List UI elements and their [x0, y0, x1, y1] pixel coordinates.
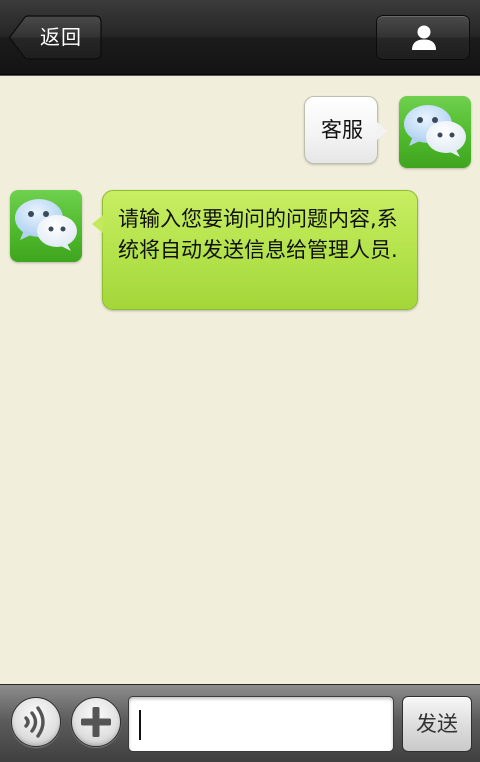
- bubble-tail: [92, 215, 103, 233]
- plus-icon: [81, 707, 111, 737]
- back-button[interactable]: 返回: [8, 15, 102, 60]
- text-caret: [139, 710, 141, 740]
- outgoing-message-bubble[interactable]: 客服: [304, 96, 387, 164]
- chat-screen: 返回 客服 请输入您要询问的问题内容,系统将自动发送信息给管理人员. 发送: [0, 0, 480, 762]
- voice-icon: [24, 706, 45, 738]
- top-bar: 返回: [0, 0, 480, 75]
- voice-button[interactable]: [11, 697, 61, 747]
- chat-bubbles-icon: [15, 199, 77, 251]
- input-bar: 发送: [0, 684, 480, 762]
- send-label: 发送: [416, 712, 458, 736]
- message-input[interactable]: [128, 696, 394, 752]
- system-avatar[interactable]: [10, 190, 82, 262]
- chat-bubbles-icon: [404, 105, 466, 157]
- send-button[interactable]: 发送: [402, 696, 472, 752]
- profile-button[interactable]: [376, 15, 470, 60]
- outgoing-message-text: 客服: [321, 118, 363, 142]
- incoming-message-text: 请输入您要询问的问题内容,系统将自动发送信息给管理人员.: [118, 207, 398, 262]
- incoming-message-bubble[interactable]: 请输入您要询问的问题内容,系统将自动发送信息给管理人员.: [92, 190, 418, 310]
- my-avatar[interactable]: [399, 96, 471, 168]
- plus-button[interactable]: [71, 697, 121, 747]
- back-label: 返回: [40, 25, 82, 49]
- person-icon: [412, 25, 436, 50]
